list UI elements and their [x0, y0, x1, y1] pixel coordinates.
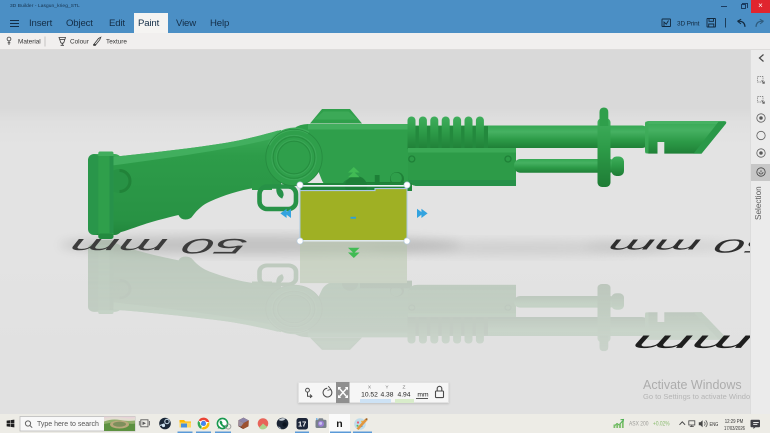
- svg-text:17/03/2026: 17/03/2026: [724, 426, 746, 432]
- svg-text:50 mm: 50 mm: [606, 235, 770, 256]
- svg-text:10.52: 10.52: [361, 392, 378, 399]
- svg-text:Texture: Texture: [106, 39, 127, 46]
- svg-text:50 mm: 50 mm: [67, 234, 250, 258]
- svg-text:X: X: [368, 385, 372, 391]
- svg-text:4.94: 4.94: [397, 392, 410, 399]
- svg-text:12:29 PM: 12:29 PM: [725, 419, 744, 425]
- svg-text:ENG: ENG: [710, 422, 719, 428]
- svg-text:mm: mm: [629, 330, 755, 356]
- svg-text:Go to Settings to activate Win: Go to Settings to activate Windows.: [643, 392, 761, 401]
- svg-text:ASX 200: ASX 200: [629, 422, 649, 428]
- svg-text:Z: Z: [403, 385, 406, 391]
- svg-text:Y: Y: [385, 385, 389, 391]
- svg-text:4.38: 4.38: [380, 392, 393, 399]
- svg-text:3D Print: 3D Print: [677, 21, 700, 28]
- svg-text:Colour: Colour: [70, 39, 90, 46]
- svg-text:17: 17: [298, 420, 306, 429]
- svg-text:+0.02%: +0.02%: [653, 422, 670, 428]
- svg-text:n: n: [336, 418, 342, 430]
- svg-text:Type here to search: Type here to search: [37, 421, 99, 428]
- svg-text:Material: Material: [18, 39, 41, 46]
- svg-text:mm: mm: [417, 392, 429, 399]
- svg-text:Activate Windows: Activate Windows: [643, 378, 742, 392]
